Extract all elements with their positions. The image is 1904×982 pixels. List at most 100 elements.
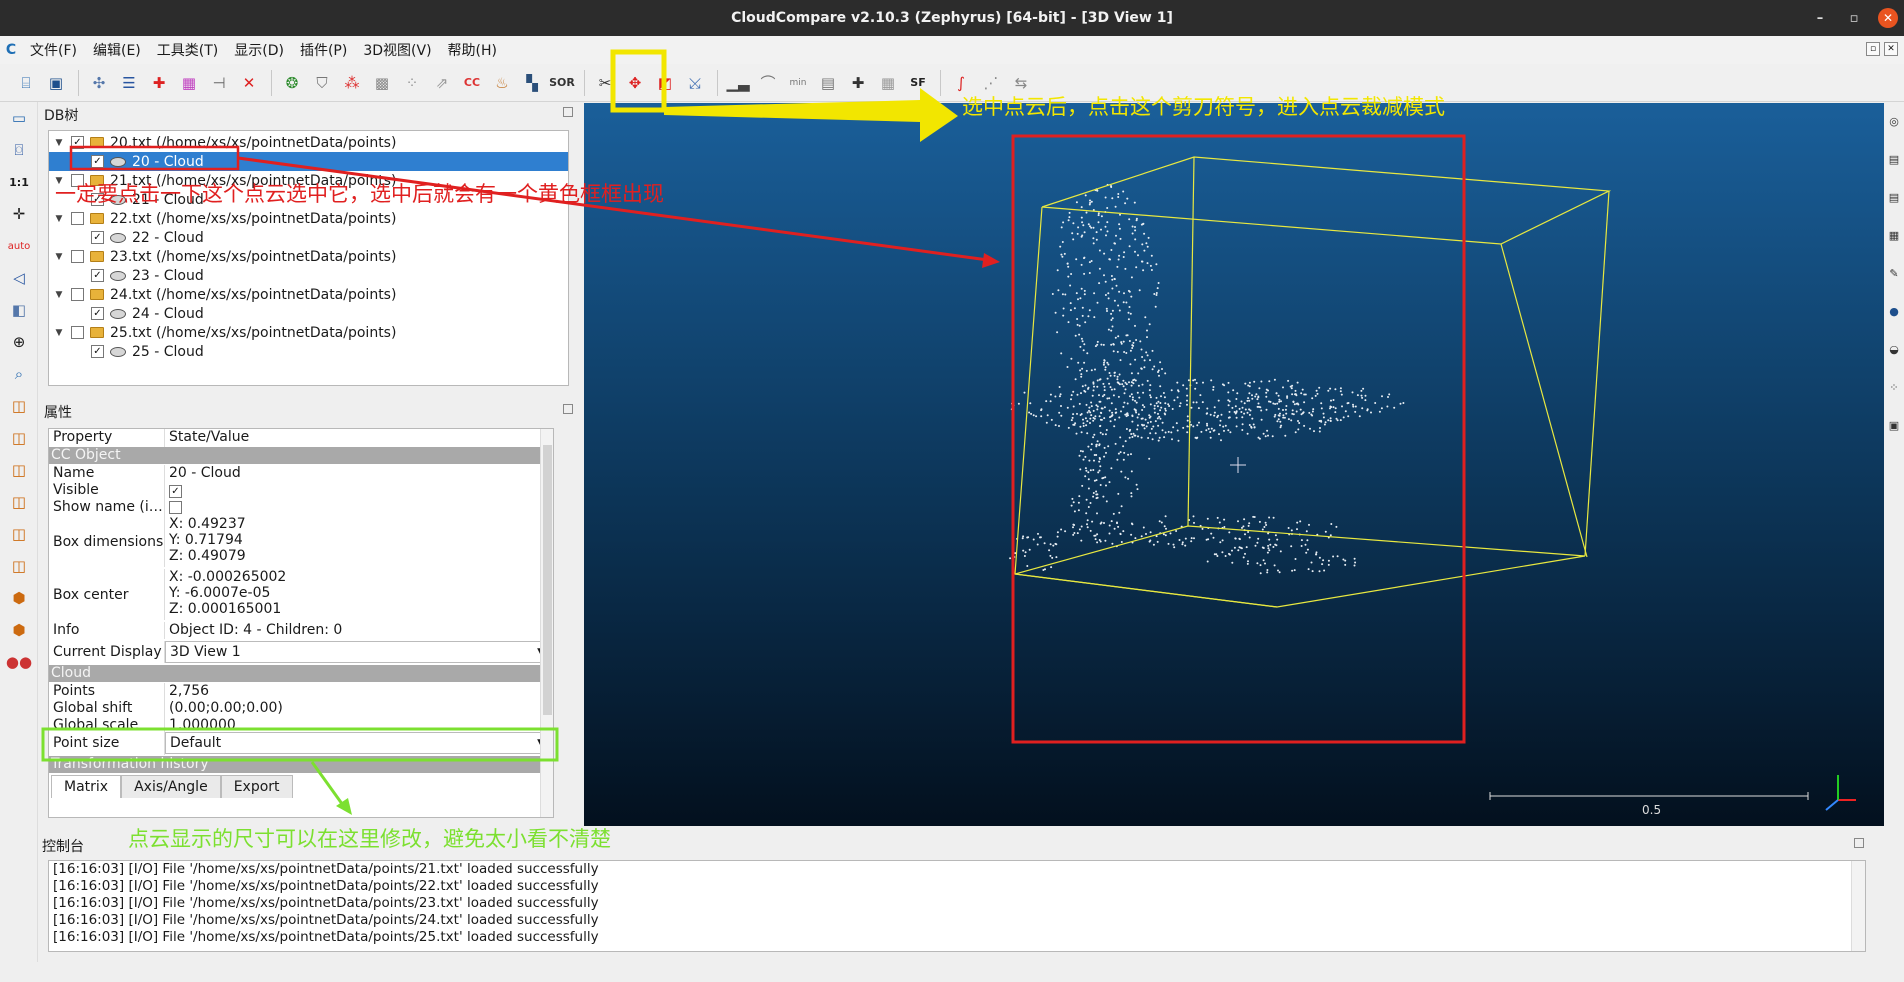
checkbox[interactable] [71,288,84,301]
checkbox[interactable]: ✓ [91,307,104,320]
expand-arrow-icon[interactable]: ▼ [53,214,65,224]
zoom-icon[interactable]: ⌕ [0,358,38,390]
tree-item-25-cloud[interactable]: ✓ 25 - Cloud [49,342,568,361]
current-display-select[interactable]: 3D View 1 ▼ [165,641,553,663]
plus-icon[interactable]: ✚ [844,69,872,97]
console-scrollbar[interactable] [1851,861,1865,951]
iso-view-icon[interactable]: ◫ [0,550,38,582]
properties-scrollbar[interactable] [540,429,553,817]
plugin-sd2-icon[interactable]: ▤ [1884,178,1904,216]
open-icon[interactable]: ⌸ [12,69,40,97]
segment-shield-icon[interactable]: ⛉ [308,69,336,97]
filter-icon[interactable]: ▤ [814,69,842,97]
checkbox[interactable]: ✓ [91,345,104,358]
bucket-icon[interactable]: ♨ [488,69,516,97]
auto-pivot-icon[interactable]: auto [0,230,38,262]
plugin-pcv-icon[interactable]: ▣ [1884,406,1904,444]
checker-icon[interactable]: ▚ [518,69,546,97]
checkbox[interactable] [71,250,84,263]
expand-arrow-icon[interactable]: ▼ [53,138,65,148]
prop-value[interactable]: 20 - Cloud [165,465,553,482]
tab-export[interactable]: Export [220,775,293,798]
console-float-button[interactable] [1854,838,1864,848]
register-icon[interactable]: ❂ [278,69,306,97]
fullscreen-icon[interactable]: ▭ [0,102,38,134]
checkbox[interactable]: ✓ [91,155,104,168]
expand-arrow-icon[interactable]: ▼ [53,328,65,338]
checkbox[interactable] [71,326,84,339]
menu-3dviews[interactable]: 3D视图(V) [355,40,439,60]
sor-icon[interactable]: SOR [548,69,576,97]
db-tree-float-button[interactable] [563,107,573,117]
cc-icon[interactable]: CC [458,69,486,97]
tab-matrix[interactable]: Matrix [51,775,122,798]
menu-help[interactable]: 帮助(H) [440,40,505,60]
tree-item-22-txt[interactable]: ▼ 22.txt (/home/xs/xs/pointnetData/point… [49,209,568,228]
menu-tools[interactable]: 工具类(T) [149,40,226,60]
mdi-restore-button[interactable]: ▫ [1866,42,1880,56]
plugin-m3c2-icon[interactable]: ⁘ [1884,368,1904,406]
iso-front-icon[interactable]: ⬢ [0,582,38,614]
show-name-checkbox[interactable] [169,501,182,514]
plugin-brush-icon[interactable]: ✎ [1884,254,1904,292]
menu-file[interactable]: 文件(F) [22,40,85,60]
calculator-icon[interactable]: ▦ [874,69,902,97]
bottom-view-icon[interactable]: ◫ [0,518,38,550]
properties-icon[interactable]: ☰ [115,69,143,97]
sf-convert-icon[interactable]: ⇆ [1007,69,1035,97]
grid-icon[interactable]: ▩ [368,69,396,97]
checkbox[interactable] [71,212,84,225]
checkbox[interactable]: ✓ [71,136,84,149]
expand-arrow-icon[interactable]: ▼ [53,252,65,262]
left-view-icon[interactable]: ◫ [0,454,38,486]
properties-float-button[interactable] [563,404,573,414]
merge-icon[interactable]: ▦ [175,69,203,97]
plugin-ellipse-icon[interactable]: ◎ [1884,102,1904,140]
clone-icon[interactable]: ✣ [85,69,113,97]
sf-icon[interactable]: SF [904,69,932,97]
tree-item-23-cloud[interactable]: ✓ 23 - Cloud [49,266,568,285]
top-view-icon[interactable]: ◫ [0,390,38,422]
scatter-icon[interactable]: ⁘ [398,69,426,97]
crosshair-icon[interactable]: ✛ [0,198,38,230]
checkbox[interactable]: ✓ [91,231,104,244]
visible-checkbox[interactable]: ✓ [169,485,182,498]
histogram-icon[interactable]: ▁▃ [724,69,752,97]
perspective-icon[interactable]: ◁ [0,262,38,294]
add-constant-icon[interactable]: ✚ [145,69,173,97]
save-icon[interactable]: ▣ [42,69,70,97]
plane-icon[interactable]: ◩ [651,69,679,97]
sf-curve-icon[interactable]: ∫ [947,69,975,97]
plugin-sd-icon[interactable]: ▤ [1884,140,1904,178]
normals-icon[interactable]: ⇗ [428,69,456,97]
scissors-icon[interactable]: ✂ [591,69,619,97]
mdi-close-button[interactable]: ✕ [1884,42,1898,56]
zoom-1to1-icon[interactable]: 1:1 [0,166,38,198]
pick-rotation-icon[interactable]: ⤩ [681,69,709,97]
plugin-film-icon[interactable]: ▦ [1884,216,1904,254]
menu-plugins[interactable]: 插件(P) [292,40,355,60]
object-view-icon[interactable]: ◧ [0,294,38,326]
tree-item-23-txt[interactable]: ▼ 23.txt (/home/xs/xs/pointnetData/point… [49,247,568,266]
curve-icon[interactable]: ⌒ [754,69,782,97]
sf-gradient-icon[interactable]: ⋰ [977,69,1005,97]
close-button[interactable]: ✕ [1878,8,1898,28]
stereo-icon[interactable]: ●● [0,646,38,678]
menu-edit[interactable]: 编辑(E) [85,40,149,60]
minmax-icon[interactable]: min [784,69,812,97]
camera-icon[interactable]: ⌼ [0,134,38,166]
plugin-hpr-icon[interactable]: ◒ [1884,330,1904,368]
points-red-icon[interactable]: ⁂ [338,69,366,97]
sample-icon[interactable]: ⊣ [205,69,233,97]
tree-item-24-cloud[interactable]: ✓ 24 - Cloud [49,304,568,323]
minimize-button[interactable]: – [1810,11,1830,26]
tree-item-20-txt[interactable]: ▼ ✓ 20.txt (/home/xs/xs/pointnetData/poi… [49,133,568,152]
menu-display[interactable]: 显示(D) [226,40,292,60]
expand-arrow-icon[interactable]: ▼ [53,290,65,300]
translate-rotate-icon[interactable]: ✥ [621,69,649,97]
tree-item-25-txt[interactable]: ▼ 25.txt (/home/xs/xs/pointnetData/point… [49,323,568,342]
checkbox[interactable]: ✓ [91,269,104,282]
point-size-select[interactable]: Default ▼ [165,732,553,754]
tree-item-20-cloud[interactable]: ✓ 20 - Cloud [49,152,568,171]
scrollbar-thumb[interactable] [543,445,552,715]
